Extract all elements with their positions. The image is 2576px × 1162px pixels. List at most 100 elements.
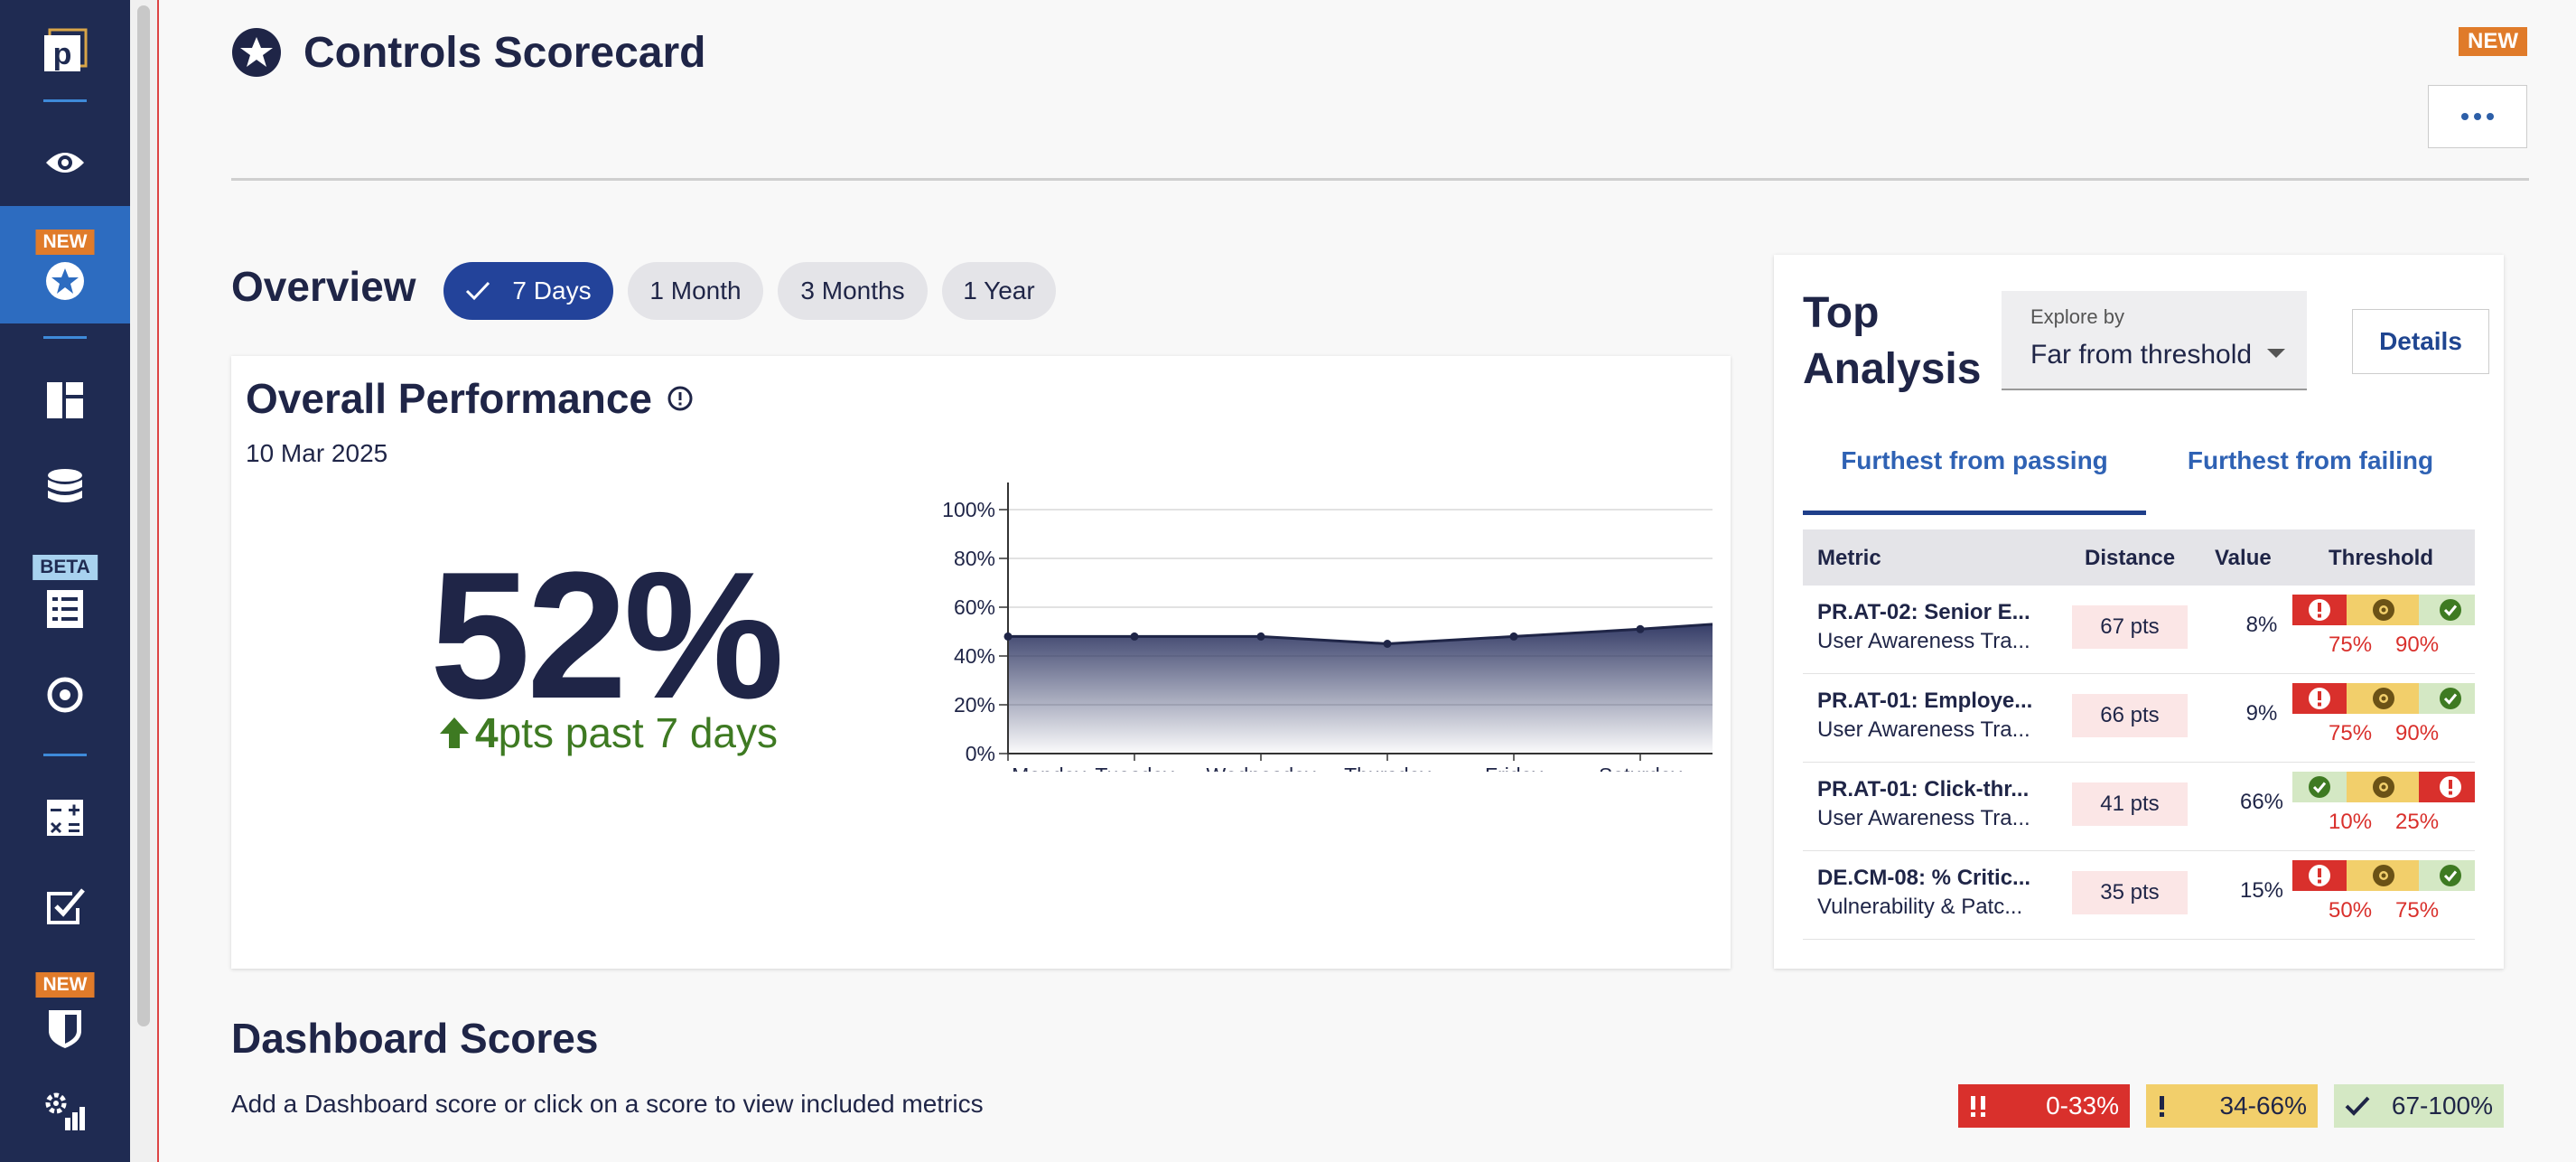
more-dots-icon xyxy=(2487,113,2494,120)
sidebar-item-dashboards[interactable] xyxy=(0,370,130,430)
table-row[interactable]: DE.CM-08: % Critic... Vulnerability & Pat… xyxy=(1803,851,2475,940)
data-point[interactable] xyxy=(1003,632,1013,641)
info-icon[interactable] xyxy=(667,385,694,412)
sidebar-scrollbar-thumb[interactable] xyxy=(137,5,150,1026)
period-label: 1 Year xyxy=(963,276,1035,305)
performance-title-text: Overall Performance xyxy=(246,375,653,422)
threshold-low: 75% xyxy=(2329,633,2373,657)
checklist-icon xyxy=(47,590,83,628)
table-row[interactable]: PR.AT-01: Click-thr... User Awareness Tra… xyxy=(1803,763,2475,851)
new-badge: NEW xyxy=(35,230,95,255)
threshold-low: 75% xyxy=(2329,721,2373,745)
threshold-bar xyxy=(2292,595,2475,625)
data-point[interactable] xyxy=(1130,632,1139,641)
period-7-days-button[interactable]: 7 Days xyxy=(443,262,613,320)
period-1-year-button[interactable]: 1 Year xyxy=(942,262,1056,320)
distance-badge: 66 pts xyxy=(2072,694,2188,737)
period-label: 7 Days xyxy=(512,276,592,305)
tab-furthest-from-passing[interactable]: Furthest from passing xyxy=(1803,446,2146,515)
threshold-indicator: 75% 90% xyxy=(2292,595,2475,667)
dashboard-scores-subtitle: Add a Dashboard score or click on a scor… xyxy=(231,1090,984,1118)
y-tick-label: 0% xyxy=(966,742,995,765)
more-dots-icon xyxy=(2474,113,2481,120)
beta-badge: BETA xyxy=(33,555,98,580)
overview-title: Overview xyxy=(231,263,416,310)
check-circle-icon xyxy=(2439,687,2462,710)
delta-value: 4 xyxy=(475,709,499,756)
sidebar-separator xyxy=(43,336,87,339)
data-point[interactable] xyxy=(1383,640,1392,648)
warning-icon xyxy=(2372,687,2395,710)
sidebar-item-settings[interactable] xyxy=(0,1082,130,1142)
svg-text:p: p xyxy=(53,37,72,71)
logo-icon: p xyxy=(44,28,88,71)
table-row[interactable]: PR.AT-02: Senior E... User Awareness Tra.… xyxy=(1803,586,2475,674)
period-3-months-button[interactable]: 3 Months xyxy=(778,262,928,320)
metric-name: DE.CM-08: % Critic... xyxy=(1817,866,2031,890)
main-content: Controls Scorecard NEW Overview 7 Days 1… xyxy=(159,0,2576,1162)
legend-range: 67-100% xyxy=(2391,1092,2493,1120)
sidebar-item-security[interactable]: NEW xyxy=(0,970,130,1052)
threshold-indicator: 10% 25% xyxy=(2292,772,2475,844)
alert-icon xyxy=(2308,687,2331,710)
double-exclamation-icon xyxy=(1971,1096,1985,1117)
database-icon xyxy=(48,469,82,502)
sidebar-item-scorecard[interactable]: NEW xyxy=(0,206,130,323)
top-analysis-title: Top Analysis xyxy=(1803,286,1981,398)
y-tick-label: 40% xyxy=(954,644,995,668)
legend-fail: 0-33% xyxy=(1958,1084,2130,1128)
sidebar-item-targets[interactable] xyxy=(0,665,130,725)
top-analysis-title-line: Analysis xyxy=(1803,345,1982,393)
page-header: Controls Scorecard xyxy=(231,27,705,78)
new-feature-tag: NEW xyxy=(2459,27,2527,56)
sidebar-item-view[interactable] xyxy=(0,130,130,195)
details-button[interactable]: Details xyxy=(2352,309,2489,374)
data-point[interactable] xyxy=(1509,632,1518,641)
threshold-high: 25% xyxy=(2395,810,2440,834)
app-logo[interactable]: p xyxy=(0,22,130,80)
target-icon xyxy=(47,677,83,713)
tab-furthest-from-failing[interactable]: Furthest from failing xyxy=(2146,446,2475,515)
sidebar-item-checklist[interactable]: BETA xyxy=(0,555,130,628)
threshold-bar xyxy=(2292,683,2475,714)
column-header-distance: Distance xyxy=(2085,546,2176,570)
threshold-bar xyxy=(2292,772,2475,802)
legend-pass: 67-100% xyxy=(2334,1084,2504,1128)
more-options-button[interactable] xyxy=(2428,85,2527,148)
period-1-month-button[interactable]: 1 Month xyxy=(628,262,763,320)
check-circle-icon xyxy=(2308,775,2331,799)
alert-icon xyxy=(2308,864,2331,887)
dashboard-icon xyxy=(47,382,83,418)
data-point[interactable] xyxy=(1256,632,1265,641)
data-point[interactable] xyxy=(1636,624,1645,633)
warning-icon xyxy=(2372,598,2395,622)
legend-range: 34-66% xyxy=(2219,1092,2307,1120)
column-header-value: Value xyxy=(2215,546,2272,570)
threshold-low: 50% xyxy=(2329,898,2373,923)
threshold-high: 90% xyxy=(2395,633,2440,657)
top-analysis-card: Top Analysis Explore by Far from thresho… xyxy=(1774,255,2504,969)
exclamation-icon xyxy=(2160,1096,2164,1117)
period-label: 1 Month xyxy=(649,276,742,305)
explore-by-select[interactable]: Explore by Far from threshold xyxy=(2002,291,2307,390)
new-badge: NEW xyxy=(35,972,95,998)
metric-category: User Awareness Tra... xyxy=(1817,629,2030,653)
sidebar-item-tasks[interactable] xyxy=(0,876,130,936)
y-tick-label: 80% xyxy=(954,547,995,570)
performance-date: 10 Mar 2025 xyxy=(246,439,388,467)
sidebar: p NEW BETA NEW xyxy=(0,0,130,1162)
sidebar-item-calculations[interactable] xyxy=(0,788,130,848)
metric-name: PR.AT-01: Employe... xyxy=(1817,689,2033,713)
threshold-indicator: 75% 90% xyxy=(2292,683,2475,755)
column-header-threshold: Threshold xyxy=(2329,546,2434,570)
x-tick-label: Saturday xyxy=(1599,764,1683,772)
metric-name: PR.AT-02: Senior E... xyxy=(1817,600,2030,624)
performance-title: Overall Performance xyxy=(246,374,694,423)
table-row[interactable]: PR.AT-01: Employe... User Awareness Tra..… xyxy=(1803,674,2475,763)
x-tick-label: Wednesday xyxy=(1206,764,1316,772)
column-header-metric: Metric xyxy=(1817,546,1881,570)
y-tick-label: 60% xyxy=(954,595,995,619)
sidebar-item-data[interactable] xyxy=(0,459,130,519)
x-tick-label: Monday xyxy=(1012,764,1086,772)
explore-by-label: Explore by xyxy=(2030,305,2124,328)
